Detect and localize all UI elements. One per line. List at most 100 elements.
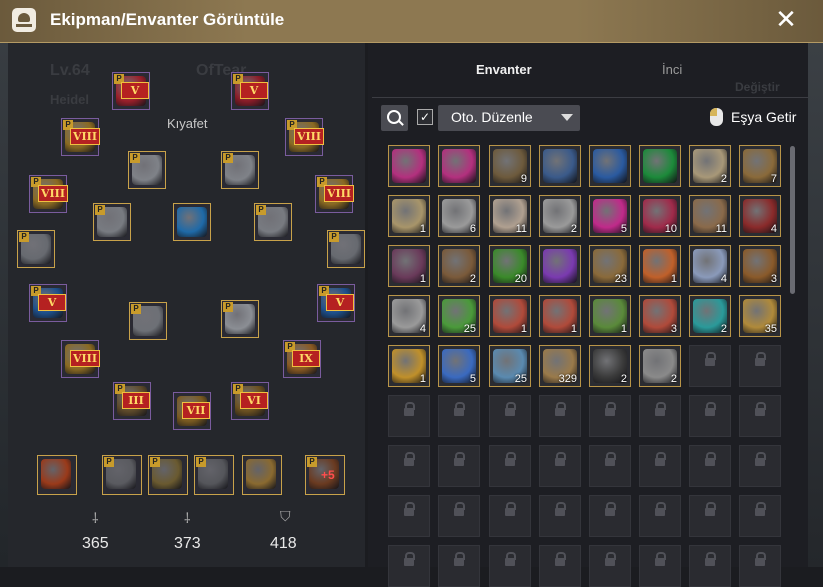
auto-sort-checkbox[interactable]: ✓ <box>417 109 433 125</box>
kutum-slot[interactable]: P VI <box>231 382 269 420</box>
ring-artifact-slot[interactable]: P <box>102 455 142 495</box>
locked-slot <box>639 495 681 537</box>
inventory-slot[interactable]: 35 <box>739 295 781 337</box>
alchemy-stone-slot[interactable] <box>173 203 211 241</box>
offhand-slot[interactable]: PV <box>317 284 355 322</box>
inventory-slot[interactable]: 10 <box>639 195 681 237</box>
inventory-slot[interactable]: 7 <box>739 145 781 187</box>
earring-artifact-slot[interactable]: P <box>194 455 234 495</box>
lock-icon <box>655 402 666 416</box>
helmet-alt-slot[interactable]: PV <box>231 72 269 110</box>
inventory-slot[interactable]: 1 <box>388 195 430 237</box>
inventory-slot[interactable]: 3 <box>739 245 781 287</box>
helmet-slot[interactable]: PV <box>112 72 150 110</box>
inventory-slot[interactable]: 2 <box>689 295 731 337</box>
inventory-slot[interactable]: 2 <box>438 245 480 287</box>
lock-icon <box>555 552 566 566</box>
inventory-slot[interactable]: 1 <box>539 295 581 337</box>
inventory-slot[interactable]: 1 <box>589 295 631 337</box>
inventory-slot[interactable]: 11 <box>689 195 731 237</box>
search-button[interactable] <box>381 105 408 131</box>
dagger-slot[interactable]: P III <box>113 382 151 420</box>
necklace-left-slot[interactable]: VIII <box>61 340 100 378</box>
artifact-slot[interactable] <box>37 455 77 495</box>
ap-stat: 365 <box>82 535 109 552</box>
shield-left-slot[interactable]: P <box>17 230 55 268</box>
inventory-scrollbar[interactable] <box>790 146 795 294</box>
glasses-slot[interactable]: P <box>148 455 188 495</box>
locked-slot <box>639 545 681 587</box>
inventory-slot[interactable]: 25 <box>489 345 531 387</box>
inventory-slot[interactable]: 23 <box>589 245 631 287</box>
inventory-slot[interactable]: 3 <box>639 295 681 337</box>
fetch-items-button[interactable]: Eşya Getir <box>731 109 796 125</box>
inventory-slot[interactable]: 4 <box>689 245 731 287</box>
gloves-right-slot[interactable]: P <box>254 203 292 241</box>
locked-slot <box>739 395 781 437</box>
belt-slot[interactable]: P IX <box>283 340 321 378</box>
lock-icon <box>655 552 666 566</box>
inventory-slot[interactable]: 2 <box>589 345 631 387</box>
shield-right-slot[interactable]: P <box>327 230 365 268</box>
lock-icon <box>454 402 465 416</box>
inventory-slot[interactable]: 2 <box>639 345 681 387</box>
inventory-slot[interactable] <box>388 145 430 187</box>
locked-slot <box>639 395 681 437</box>
enhancement-tier: VIII <box>70 128 100 145</box>
inventory-slot[interactable] <box>539 245 581 287</box>
inventory-slot[interactable]: 6 <box>438 195 480 237</box>
enhancement-tier: VI <box>240 392 268 409</box>
item-count: 4 <box>720 273 727 285</box>
lifeskill-slot[interactable]: P +5 <box>305 455 345 495</box>
earring-right-slot[interactable]: P VIII <box>315 175 354 213</box>
inventory-slot[interactable]: 9 <box>489 145 531 187</box>
inventory-slot[interactable]: 1 <box>388 345 430 387</box>
inventory-slot[interactable]: 2 <box>689 145 731 187</box>
mainhand-slot[interactable]: PV <box>29 284 67 322</box>
close-button[interactable]: ✕ <box>773 7 799 33</box>
tab-envanter[interactable]: Envanter <box>476 62 532 77</box>
item-count: 4 <box>419 323 426 335</box>
inventory-slot[interactable]: 329 <box>539 345 581 387</box>
ring-right-slot[interactable]: P VIII <box>285 118 324 156</box>
auto-sort-label: Oto. Düzenle <box>451 109 533 125</box>
tool-slot[interactable] <box>242 455 282 495</box>
inventory-slot[interactable]: 5 <box>589 195 631 237</box>
enhancement-tier: VIII <box>294 128 324 145</box>
inventory-slot[interactable]: 1 <box>388 245 430 287</box>
inventory-slot[interactable]: 20 <box>489 245 531 287</box>
emblem-slot[interactable]: P <box>221 300 259 338</box>
inventory-slot[interactable]: 4 <box>739 195 781 237</box>
inventory-slot[interactable]: 11 <box>489 195 531 237</box>
item-count: 2 <box>720 323 727 335</box>
inventory-slot[interactable]: 5 <box>438 345 480 387</box>
awakening-slot[interactable]: VII <box>173 392 211 430</box>
title-bar[interactable]: Ekipman/Envanter Görüntüle ✕ <box>0 0 823 43</box>
armor-right-slot[interactable]: P <box>221 151 259 189</box>
lock-icon <box>404 552 415 566</box>
enhancement-tier: V <box>240 82 268 99</box>
lock-icon <box>505 402 516 416</box>
locked-slot <box>689 395 731 437</box>
tab-inci[interactable]: İnci <box>662 62 682 77</box>
sword-slot[interactable]: P <box>129 302 167 340</box>
gloves-left-slot[interactable]: P <box>93 203 131 241</box>
inventory-slot[interactable] <box>589 145 631 187</box>
locked-slot <box>689 445 731 487</box>
locked-slot <box>539 445 581 487</box>
inventory-slot[interactable]: 1 <box>489 295 531 337</box>
inventory-slot[interactable] <box>539 145 581 187</box>
blue-mace-icon <box>593 149 627 183</box>
inventory-slot[interactable] <box>438 145 480 187</box>
item-count: 4 <box>770 223 777 235</box>
inventory-slot[interactable] <box>639 145 681 187</box>
inventory-slot[interactable]: 25 <box>438 295 480 337</box>
armor-left-slot[interactable]: P <box>128 151 166 189</box>
inventory-slot[interactable]: 4 <box>388 295 430 337</box>
earring-left-slot[interactable]: P VIII <box>29 175 68 213</box>
item-count: 1 <box>520 323 527 335</box>
inventory-slot[interactable]: 1 <box>639 245 681 287</box>
ring-left-slot[interactable]: P VIII <box>61 118 100 156</box>
artifact-icon <box>41 459 71 489</box>
inventory-slot[interactable]: 2 <box>539 195 581 237</box>
